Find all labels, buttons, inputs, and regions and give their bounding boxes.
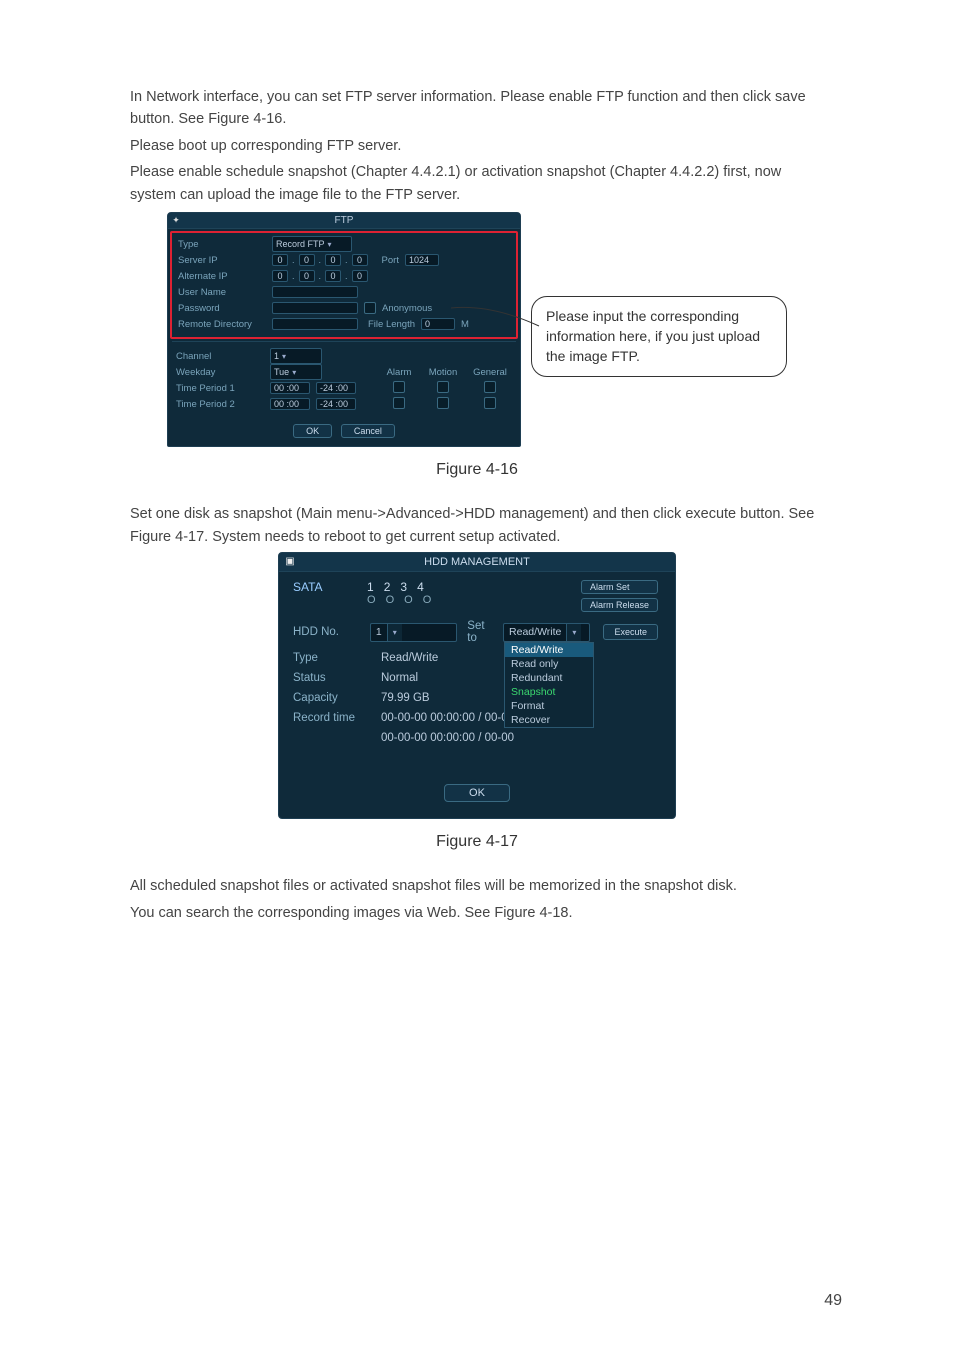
sata-label: SATA	[293, 580, 353, 594]
alt-ip-octet-3[interactable]: 0	[325, 270, 341, 282]
server-ip-label: Server IP	[178, 255, 266, 266]
set-to-select[interactable]: Read/Write▾ Read/Write Read only Redunda…	[503, 623, 590, 642]
paragraph: All scheduled snapshot files or activate…	[130, 875, 824, 897]
figure-4-16: ✦ FTP Type Record FTP Server IP 0. 0. 0.…	[130, 212, 824, 447]
hdd-dialog-title: ▣ HDD MANAGEMENT	[279, 553, 675, 572]
weekday-label: Weekday	[176, 367, 264, 378]
record-time-label: Record time	[293, 712, 371, 724]
alt-ip-octet-2[interactable]: 0	[299, 270, 315, 282]
hdd-no-select[interactable]: 1▾	[370, 623, 457, 642]
alt-ip-octet-1[interactable]: 0	[272, 270, 288, 282]
hdd-icon: ▣	[283, 556, 297, 568]
tp2-from-input[interactable]: 00 :00	[270, 398, 310, 410]
paragraph: Please enable schedule snapshot (Chapter…	[130, 161, 824, 206]
password-label: Password	[178, 303, 266, 314]
ftp-dialog-title: ✦ FTP	[168, 213, 520, 229]
callout-text: Please input the corresponding informati…	[531, 296, 787, 377]
tp1-alarm-checkbox[interactable]	[393, 381, 405, 393]
figure-caption-4-16: Figure 4-16	[130, 461, 824, 479]
server-ip-octet-3[interactable]: 0	[325, 254, 341, 266]
file-length-input[interactable]: 0	[421, 318, 455, 330]
time-period-1-label: Time Period 1	[176, 383, 264, 394]
user-name-label: User Name	[178, 287, 266, 298]
record-time-value-1: 00-00-00 00:00:00 / 00-00	[381, 712, 514, 724]
alarm-set-button[interactable]: Alarm Set	[581, 580, 658, 594]
hdd-management-dialog: ▣ HDD MANAGEMENT SATA 1234 OOOO Al	[278, 552, 676, 819]
port-label: Port	[382, 255, 399, 266]
hdd-title-text: HDD MANAGEMENT	[424, 556, 530, 568]
dropdown-option[interactable]: Format	[505, 699, 593, 713]
remote-directory-label: Remote Directory	[178, 319, 266, 330]
paragraph: Set one disk as snapshot (Main menu->Adv…	[130, 503, 824, 548]
type-select[interactable]: Record FTP	[272, 236, 352, 252]
status-label: Status	[293, 672, 371, 684]
sata-column-numbers: 1234	[367, 580, 441, 594]
alarm-release-button[interactable]: Alarm Release	[581, 598, 658, 612]
figure-caption-4-17: Figure 4-17	[130, 833, 824, 851]
weekday-select[interactable]: Tue	[270, 364, 322, 380]
capacity-value: 79.99 GB	[381, 692, 430, 704]
paragraph: In Network interface, you can set FTP se…	[130, 86, 824, 131]
sata-status-row: OOOO	[367, 594, 441, 606]
alarm-column: Alarm	[380, 367, 418, 378]
tp2-to-input[interactable]: -24 :00	[316, 398, 356, 410]
cancel-button[interactable]: Cancel	[341, 424, 395, 438]
ok-button[interactable]: OK	[293, 424, 332, 438]
time-period-2-label: Time Period 2	[176, 399, 264, 410]
type-value: Read/Write	[381, 652, 438, 664]
alt-ip-octet-4[interactable]: 0	[352, 270, 368, 282]
dropdown-option[interactable]: Read only	[505, 657, 593, 671]
tp1-general-checkbox[interactable]	[484, 381, 496, 393]
dropdown-option[interactable]: Read/Write	[505, 643, 593, 657]
execute-button[interactable]: Execute	[603, 624, 658, 640]
set-to-dropdown[interactable]: Read/Write Read only Redundant Snapshot …	[504, 642, 594, 728]
tp1-motion-checkbox[interactable]	[437, 381, 449, 393]
tp1-to-input[interactable]: -24 :00	[316, 382, 356, 394]
tp2-alarm-checkbox[interactable]	[393, 397, 405, 409]
anonymous-label: Anonymous	[382, 303, 432, 314]
paragraph: You can search the corresponding images …	[130, 902, 824, 924]
file-length-label: File Length	[368, 319, 415, 330]
dropdown-option[interactable]: Recover	[505, 713, 593, 727]
remote-directory-input[interactable]	[272, 318, 358, 330]
hdd-no-label: HDD No.	[293, 626, 360, 638]
motion-column: Motion	[424, 367, 462, 378]
tp2-general-checkbox[interactable]	[484, 397, 496, 409]
server-ip-octet-1[interactable]: 0	[272, 254, 288, 266]
type-label: Type	[293, 652, 371, 664]
ok-button[interactable]: OK	[444, 784, 510, 802]
type-label: Type	[178, 239, 266, 250]
server-ip-octet-4[interactable]: 0	[352, 254, 368, 266]
callout-annotation: Please input the corresponding informati…	[531, 296, 787, 377]
password-input[interactable]	[272, 302, 358, 314]
dropdown-option[interactable]: Redundant	[505, 671, 593, 685]
status-value: Normal	[381, 672, 418, 684]
port-input[interactable]: 1024	[405, 254, 439, 266]
set-to-label: Set to	[467, 620, 493, 644]
paragraph: Please boot up corresponding FTP server.	[130, 135, 824, 157]
alternate-ip-label: Alternate IP	[178, 271, 266, 282]
general-column: General	[468, 367, 512, 378]
anonymous-checkbox[interactable]	[364, 302, 376, 314]
page-number: 49	[824, 1292, 842, 1310]
network-icon: ✦	[171, 215, 181, 225]
tp1-from-input[interactable]: 00 :00	[270, 382, 310, 394]
channel-label: Channel	[176, 351, 264, 362]
record-time-value-2: 00-00-00 00:00:00 / 00-00	[381, 732, 514, 744]
ftp-title-text: FTP	[335, 215, 354, 226]
channel-select[interactable]: 1	[270, 348, 322, 364]
figure-4-17: ▣ HDD MANAGEMENT SATA 1234 OOOO Al	[130, 552, 824, 819]
capacity-label: Capacity	[293, 692, 371, 704]
tp2-motion-checkbox[interactable]	[437, 397, 449, 409]
dropdown-option-snapshot[interactable]: Snapshot	[505, 685, 593, 699]
server-ip-octet-2[interactable]: 0	[299, 254, 315, 266]
user-name-input[interactable]	[272, 286, 358, 298]
